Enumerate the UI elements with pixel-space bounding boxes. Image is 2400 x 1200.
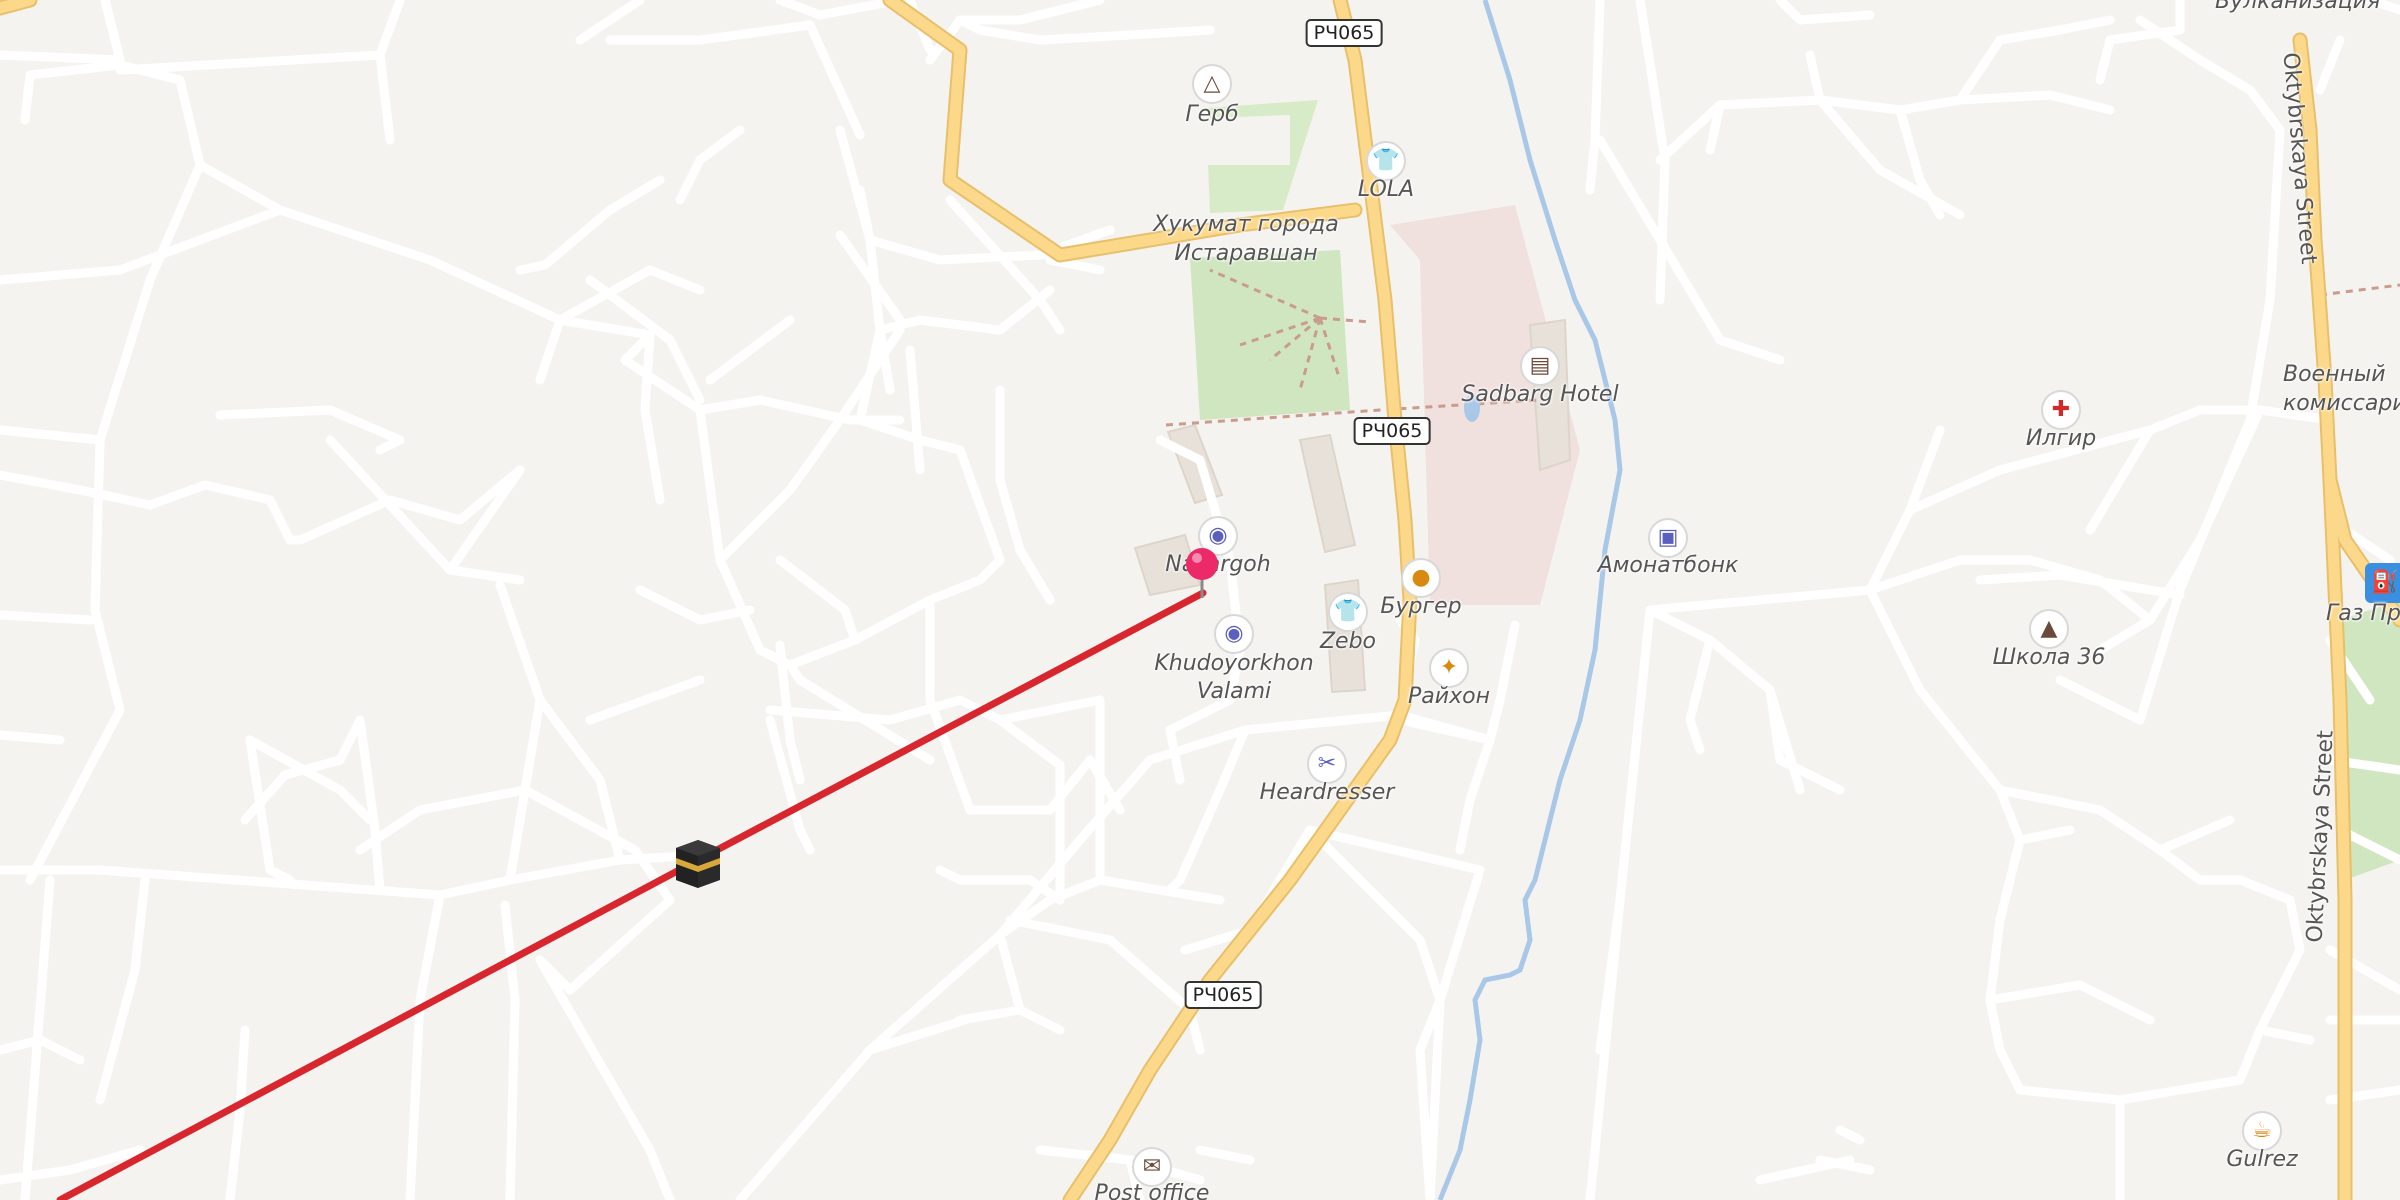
clothes-icon[interactable]: 👕	[1366, 141, 1406, 181]
hotel-icon[interactable]: ▤	[1520, 346, 1560, 386]
place-label-voenny-1: Военный	[2283, 362, 2386, 387]
place-label-post-office: Post office	[1094, 1181, 1210, 1200]
place-label-lola: LOLA	[1357, 177, 1415, 202]
place-label-burger: Бургер	[1380, 594, 1462, 619]
place-label-raihon: Райхон	[1408, 684, 1490, 709]
place-label-zebo: Zebo	[1319, 629, 1377, 654]
clothes-icon[interactable]: 👕	[1328, 592, 1368, 632]
route-shield: РЧ065	[1353, 417, 1431, 445]
footpaths	[1165, 268, 2400, 427]
location-pin-icon[interactable]	[1182, 546, 1222, 606]
place-label-voenny-2: комиссари	[2283, 391, 2400, 416]
route-shield: РЧ065	[1305, 19, 1383, 47]
pharmacy-icon[interactable]: ✚	[2041, 390, 2081, 430]
place-label-gerb: Герб	[1185, 102, 1239, 127]
place-label-sadbarg: Sadbarg Hotel	[1461, 382, 1619, 407]
place-label-hukumat-2: Истаравшан	[1174, 241, 1318, 266]
place-label-vulkanizacia: Вулканизация	[2215, 0, 2381, 14]
camera-icon[interactable]: ◉	[1214, 614, 1254, 654]
fuel-icon[interactable]: ⛽	[2365, 563, 2400, 603]
place-label-ilgir: Илгир	[2025, 426, 2097, 451]
place-label-hukumat-1: Хукумат города	[1153, 212, 1339, 237]
cafe-icon[interactable]: ☕	[2242, 1111, 2282, 1151]
school-icon[interactable]: ▲	[2029, 609, 2069, 649]
kaaba-icon[interactable]	[672, 838, 724, 890]
place-label-khudoyorkhon-1: Khudoyorkhon	[1154, 651, 1314, 676]
place-label-khudoyorkhon-2: Valami	[1196, 679, 1272, 704]
monument-icon[interactable]: △	[1192, 64, 1232, 104]
place-label-shkola: Школа 36	[1992, 645, 2106, 670]
place-label-heardresser: Heardresser	[1259, 780, 1395, 805]
route-shield: РЧ065	[1184, 981, 1262, 1009]
place-label-gaz: Газ Про	[2326, 601, 2400, 626]
map-view[interactable]: РЧ065 РЧ065 РЧ065 Oktybrskaya Street Okt…	[0, 0, 2400, 1200]
burger-icon[interactable]: ●	[1401, 558, 1441, 598]
place-label-gulrez: Gulrez	[2226, 1147, 2298, 1172]
restaurant-icon[interactable]: ✦	[1429, 648, 1469, 688]
place-label-amonatbonk: Амонатбонк	[1597, 553, 1739, 578]
scissors-icon[interactable]: ✂	[1307, 744, 1347, 784]
